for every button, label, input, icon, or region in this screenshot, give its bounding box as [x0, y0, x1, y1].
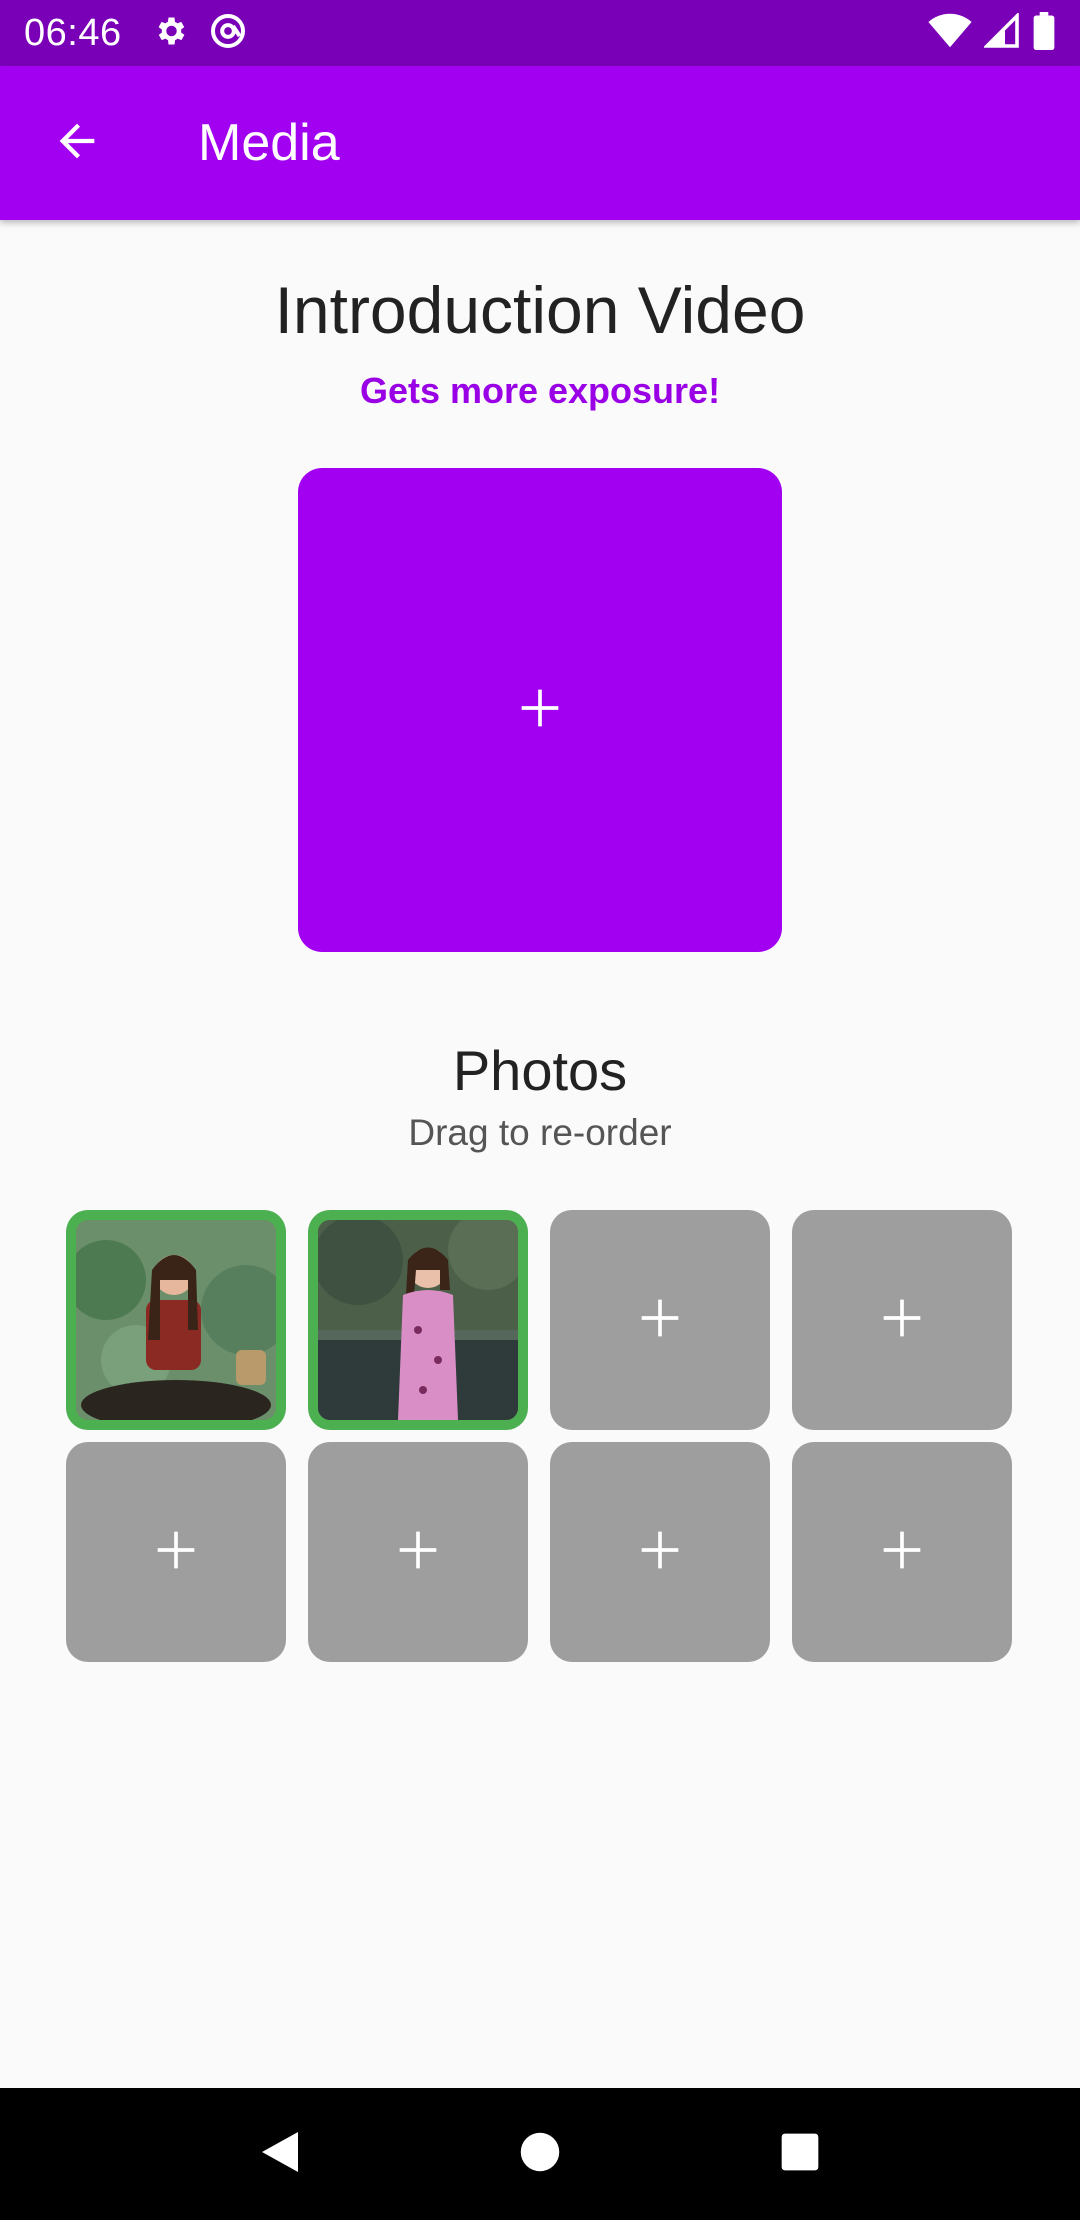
at-sign-icon: [208, 11, 248, 56]
nav-back-button[interactable]: [240, 2114, 320, 2194]
plus-icon: [396, 1528, 440, 1577]
photo-tile-2[interactable]: [308, 1210, 528, 1430]
photos-subtitle: Drag to re-order: [408, 1112, 672, 1153]
plus-icon: [880, 1296, 924, 1345]
add-photo-tile-8[interactable]: [792, 1442, 1012, 1662]
add-photo-tile-7[interactable]: [550, 1442, 770, 1662]
add-photo-tile-6[interactable]: [308, 1442, 528, 1662]
add-photo-tile-5[interactable]: [66, 1442, 286, 1662]
home-circle-icon: [519, 2131, 561, 2178]
recents-square-icon: [780, 2132, 820, 2177]
plus-icon: [154, 1528, 198, 1577]
plus-icon: [518, 686, 562, 735]
arrow-back-icon: [51, 115, 103, 172]
back-triangle-icon: [258, 2128, 302, 2181]
nav-home-button[interactable]: [500, 2114, 580, 2194]
plus-icon: [638, 1528, 682, 1577]
status-time: 06:46: [24, 11, 122, 54]
add-video-button[interactable]: [298, 468, 782, 952]
back-button[interactable]: [0, 66, 154, 220]
system-nav-bar: [0, 2088, 1080, 2220]
photo-tile-1[interactable]: [66, 1210, 286, 1430]
add-photo-tile-3[interactable]: [550, 1210, 770, 1430]
settings-icon: [152, 13, 188, 54]
intro-video-title: Introduction Video: [274, 273, 806, 347]
photo-thumbnail: [318, 1220, 518, 1420]
battery-icon: [1032, 11, 1056, 55]
intro-video-subtitle: Gets more exposure!: [359, 370, 721, 411]
wifi-icon: [928, 13, 972, 54]
add-photo-tile-4[interactable]: [792, 1210, 1012, 1430]
plus-icon: [880, 1528, 924, 1577]
photo-thumbnail: [76, 1220, 276, 1420]
photos-title: Photos: [452, 1039, 628, 1102]
status-bar: 06:46: [0, 0, 1080, 66]
signal-icon: [982, 11, 1020, 54]
nav-recents-button[interactable]: [760, 2114, 840, 2194]
page-title: Media: [198, 114, 340, 172]
plus-icon: [638, 1296, 682, 1345]
app-bar: Media: [0, 66, 1080, 220]
